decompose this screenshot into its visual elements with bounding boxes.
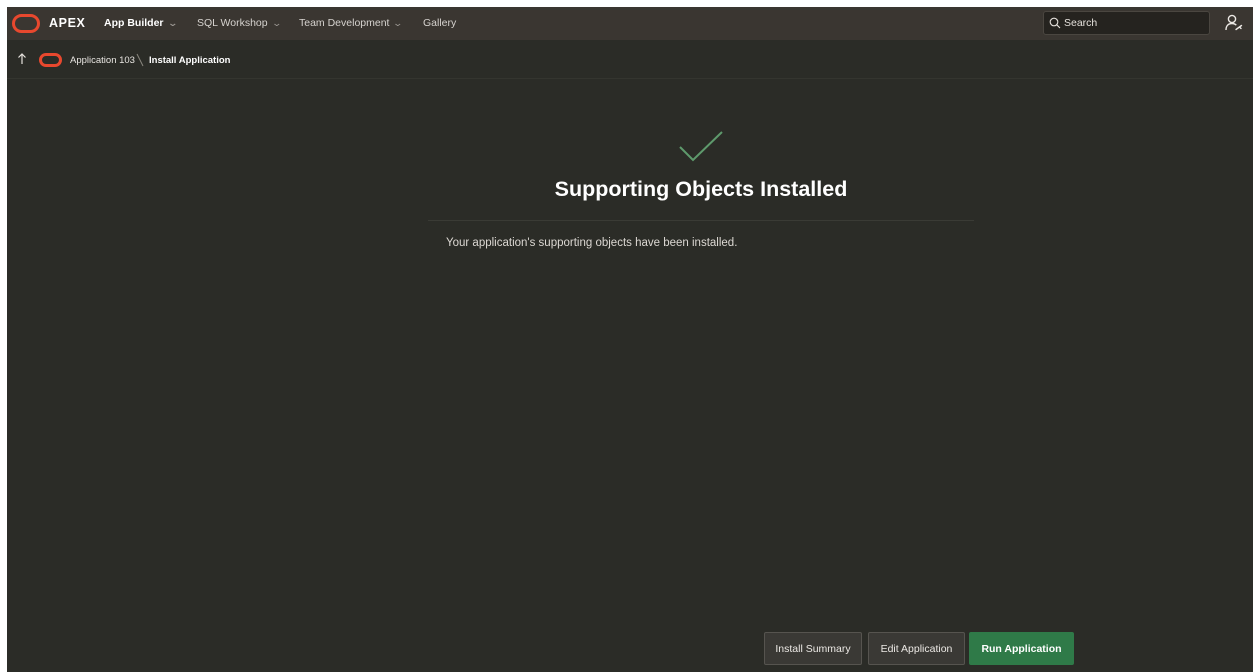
success-message: Your application's supporting objects ha… xyxy=(446,237,738,249)
nav-team-development[interactable]: Team Development ⌄ xyxy=(299,17,404,29)
breadcrumb-application-link[interactable]: Application 103 xyxy=(70,55,135,66)
nav-sql-workshop[interactable]: SQL Workshop ⌄ xyxy=(197,17,282,29)
nav-gallery-label: Gallery xyxy=(423,17,457,29)
breadcrumb: Application 103 Install Application xyxy=(7,40,1253,79)
nav-sql-workshop-label: SQL Workshop xyxy=(197,17,268,29)
breadcrumb-current-page: Install Application xyxy=(149,55,231,66)
top-navigation-bar: APEX App Builder ⌄ SQL Workshop ⌄ Team D… xyxy=(7,7,1253,40)
chevron-down-icon[interactable]: ⌄ xyxy=(167,18,178,29)
chevron-down-icon[interactable]: ⌄ xyxy=(271,18,282,29)
run-application-button[interactable]: Run Application xyxy=(969,632,1074,665)
app-frame: APEX App Builder ⌄ SQL Workshop ⌄ Team D… xyxy=(7,7,1253,672)
nav-gallery[interactable]: Gallery xyxy=(423,17,456,29)
user-icon[interactable] xyxy=(1224,13,1244,33)
nav-app-builder-label: App Builder xyxy=(104,17,164,29)
breadcrumb-separator-icon xyxy=(136,53,144,67)
arrow-up-icon[interactable] xyxy=(17,52,27,66)
install-summary-button[interactable]: Install Summary xyxy=(764,632,862,665)
title-divider xyxy=(428,220,974,221)
page-title: Supporting Objects Installed xyxy=(554,177,848,201)
nav-app-builder[interactable]: App Builder ⌄ xyxy=(104,17,178,29)
nav-team-development-label: Team Development xyxy=(299,17,390,29)
search-icon xyxy=(1049,17,1061,29)
search-input[interactable] xyxy=(1064,17,1204,29)
edit-application-button[interactable]: Edit Application xyxy=(868,632,965,665)
oracle-logo-icon[interactable] xyxy=(12,14,40,33)
check-icon xyxy=(679,131,723,162)
search-box[interactable] xyxy=(1043,11,1210,35)
chevron-down-icon[interactable]: ⌄ xyxy=(393,18,404,29)
application-icon[interactable] xyxy=(39,53,62,67)
apex-brand[interactable]: APEX xyxy=(49,16,85,30)
